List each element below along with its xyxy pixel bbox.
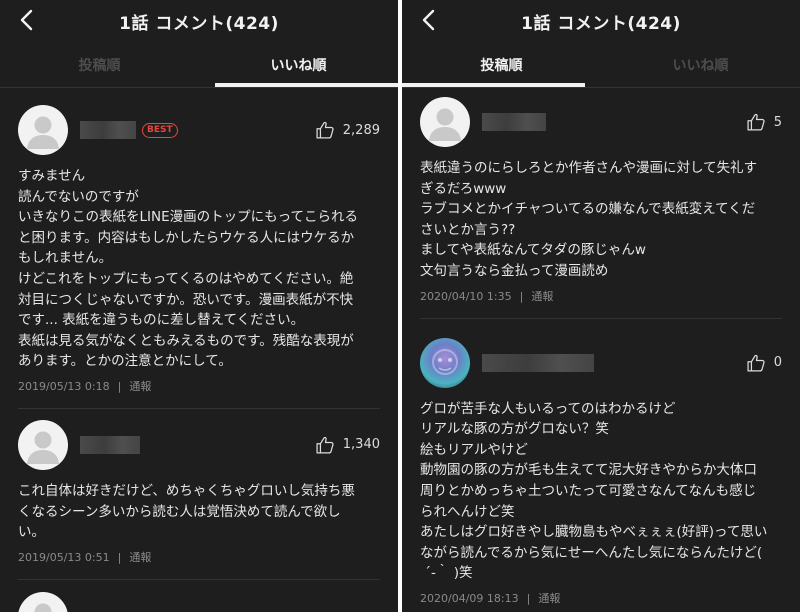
divider: [420, 317, 782, 319]
avatar[interactable]: [18, 105, 68, 155]
right-pane: 1話 コメント(424) 投稿順 いいね順 5 表紙違うのにらしろとか作者さんや…: [398, 0, 800, 612]
comment-meta: 2020/04/10 1:35 | 通報: [420, 289, 554, 303]
back-button[interactable]: [420, 7, 440, 33]
timestamp: 2019/05/13 0:18: [18, 379, 110, 393]
comment-meta: 2020/04/09 18:13 | 通報: [420, 591, 561, 605]
like-button[interactable]: 0: [746, 353, 782, 373]
thumbs-up-icon: [747, 113, 765, 131]
like-button[interactable]: 2,289: [315, 120, 380, 140]
tab-newest[interactable]: 投稿順: [402, 42, 601, 87]
comment-item: 5 表紙違うのにらしろとか作者さんや漫画に対して失礼す ぎるだろwww ラブコメ…: [402, 90, 800, 319]
default-avatar-icon: [429, 108, 461, 141]
thumbs-up-icon: [316, 121, 334, 139]
comment-text: 表紙違うのにらしろとか作者さんや漫画に対して失礼す ぎるだろwww ラブコメとか…: [420, 160, 758, 279]
comment-meta: 2019/05/13 0:18 | 通報: [18, 379, 152, 393]
report-link[interactable]: 通報: [129, 380, 151, 393]
thumbs-up-icon: [747, 354, 765, 372]
comment-meta: 2019/05/13 0:51 | 通報: [18, 550, 152, 564]
comment-item: 1,340 これ自体は好きだけど、めちゃくちゃグロいし気持ち悪 くなるシーン多い…: [0, 413, 398, 580]
divider: [18, 578, 380, 580]
like-count: 0: [773, 355, 782, 371]
default-avatar-icon: [34, 603, 52, 612]
chevron-left-icon: [20, 9, 33, 31]
best-badge: BEST: [142, 122, 178, 138]
comment-text: これ自体は好きだけど、めちゃくちゃグロいし気持ち悪 くなるシーン多いから読む人は…: [18, 482, 355, 541]
avatar[interactable]: [420, 337, 470, 388]
default-avatar-icon: [27, 116, 59, 149]
avatar[interactable]: [18, 419, 68, 470]
like-button[interactable]: 5: [746, 112, 782, 132]
left-pane: 1話 コメント(424) 投稿順 いいね順 BEST 2,289 すみません 読…: [0, 0, 398, 612]
comment-item-partial: [0, 591, 398, 612]
header: 1話 コメント(424): [0, 0, 398, 42]
tab-most-liked[interactable]: いいね順: [199, 42, 398, 87]
report-link[interactable]: 通報: [538, 592, 560, 605]
illustrated-avatar-icon: [432, 348, 458, 375]
username-blurred: [80, 121, 136, 139]
comment-text: すみません 読んでないのですが いきなりこの表紙をLINE漫画のトップにもってこ…: [18, 168, 358, 370]
page-title: 1話 コメント(424): [119, 13, 279, 34]
like-count: 2,289: [342, 122, 380, 138]
like-count: 1,340: [342, 437, 380, 453]
tab-newest[interactable]: 投稿順: [0, 42, 199, 87]
timestamp: 2020/04/10 1:35: [420, 289, 512, 303]
divider: [18, 407, 380, 409]
report-link[interactable]: 通報: [129, 551, 151, 564]
tab-most-liked[interactable]: いいね順: [601, 42, 800, 87]
default-avatar-icon: [27, 431, 59, 464]
username-blurred: [482, 113, 546, 131]
like-count: 5: [773, 114, 782, 130]
comment-text: グロが苦手な人もいるってのはわかるけど リアルな豚の方がグロない？笑 絵もリアル…: [420, 400, 768, 582]
chevron-left-icon: [422, 9, 435, 31]
report-link[interactable]: 通報: [531, 290, 553, 303]
comment-item: 0 グロが苦手な人もいるってのはわかるけど リアルな豚の方がグロない？笑 絵もリ…: [402, 331, 800, 606]
header: 1話 コメント(424): [402, 0, 800, 42]
username-blurred: [80, 435, 140, 454]
like-button[interactable]: 1,340: [315, 435, 380, 455]
avatar[interactable]: [420, 97, 470, 147]
back-button[interactable]: [18, 7, 38, 33]
comment-item: BEST 2,289 すみません 読んでないのですが いきなりこの表紙をLINE…: [0, 98, 398, 409]
sort-tabs: 投稿順 いいね順: [0, 42, 398, 88]
thumbs-up-icon: [316, 436, 334, 454]
timestamp: 2019/05/13 0:51: [18, 550, 110, 564]
username-blurred: [482, 353, 594, 372]
sort-tabs: 投稿順 いいね順: [402, 42, 800, 88]
page-title: 1話 コメント(424): [521, 13, 681, 34]
avatar[interactable]: [18, 591, 68, 612]
timestamp: 2020/04/09 18:13: [420, 591, 519, 605]
